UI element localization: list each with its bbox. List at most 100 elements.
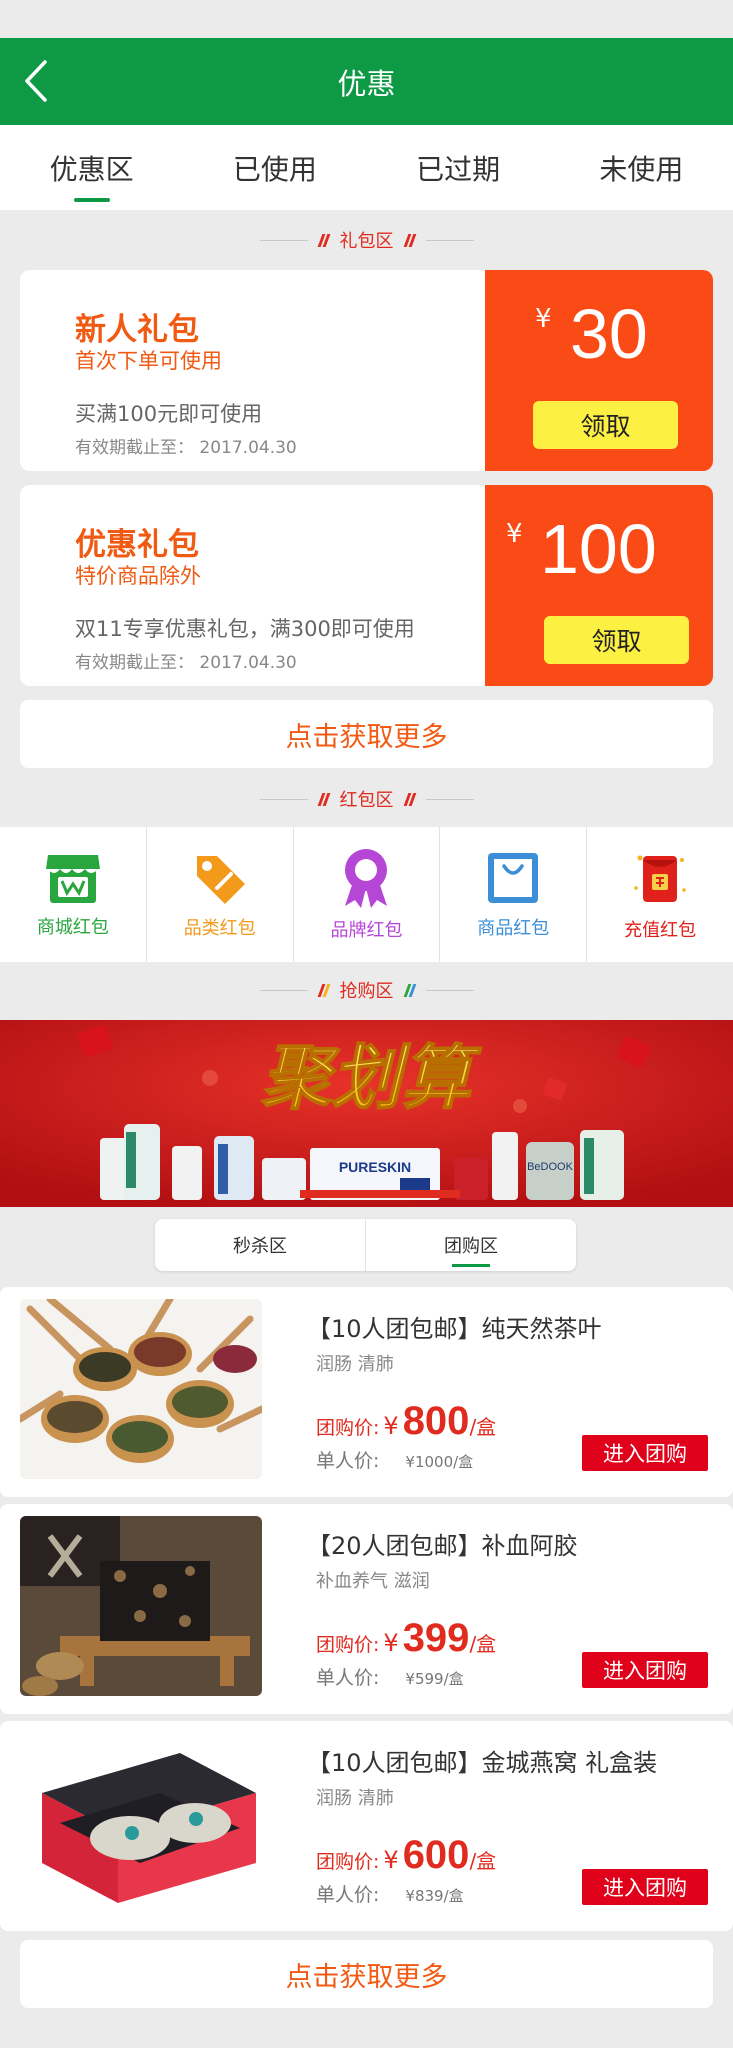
coupon-expiry: 有效期截止至： 2017.04.30 xyxy=(75,438,297,458)
coupon-card: 优惠礼包 特价商品除外 双11专享优惠礼包，满300即可使用 有效期截止至： 2… xyxy=(20,485,713,686)
divider xyxy=(425,989,474,991)
coupon-title: 优惠礼包 xyxy=(75,527,199,563)
back-button[interactable] xyxy=(16,58,56,104)
coupon-amount: 100 xyxy=(540,510,657,588)
category-label: 充值红包 xyxy=(624,919,697,941)
chevron-left-icon xyxy=(25,60,47,102)
category-recharge-redpacket[interactable]: 充值红包 xyxy=(587,827,733,962)
claim-button[interactable]: 领取 xyxy=(544,616,689,664)
stripes-icon xyxy=(403,983,416,997)
load-more-coupons-button[interactable]: 点击获取更多 xyxy=(20,700,713,768)
price-unit: /盒 xyxy=(469,1849,497,1873)
stripes-icon xyxy=(317,983,330,997)
product-tags: 润肠 清肺 xyxy=(316,1788,394,1809)
currency-symbol: ¥ xyxy=(535,304,552,334)
tab-bar: 优惠区 已使用 已过期 未使用 xyxy=(0,125,733,210)
claim-button[interactable]: 领取 xyxy=(533,401,678,449)
coupon-description: 双11专享优惠礼包，满300即可使用 xyxy=(75,617,415,641)
category-label: 商城红包 xyxy=(36,916,109,938)
status-bar xyxy=(0,0,733,38)
category-mall-redpacket[interactable]: 商城红包 xyxy=(0,827,147,962)
banner-artwork: 聚划算 PURESKIN BeDOOK xyxy=(0,1020,733,1207)
page-title: 优惠 xyxy=(337,66,396,101)
category-label: 品类红包 xyxy=(183,917,256,939)
category-type-redpacket[interactable]: 品类红包 xyxy=(147,827,294,962)
banner-brand-bedook: BeDOOK xyxy=(527,1161,574,1173)
category-product-redpacket[interactable]: 商品红包 xyxy=(440,827,588,962)
group-price: 团购价: ¥ 800 /盒 xyxy=(316,1399,496,1444)
product-image-tea xyxy=(20,1299,262,1479)
red-envelope-icon xyxy=(634,855,686,902)
single-price: 单人价: ¥599/盒 xyxy=(316,1663,464,1690)
single-price-value: ¥839/盒 xyxy=(405,1887,464,1905)
tab-used[interactable]: 已使用 xyxy=(183,125,366,210)
single-price-label: 单人价: xyxy=(316,1450,380,1472)
section-header-redpacket: 红包区 xyxy=(0,779,733,819)
perforated-edge xyxy=(479,485,491,686)
currency-symbol: ¥ xyxy=(383,1629,399,1657)
section-header-gift: 礼包区 xyxy=(0,220,733,260)
product-card[interactable]: 【10人团包邮】纯天然茶叶 润肠 清肺 团购价: ¥ 800 /盒 单人价: ¥… xyxy=(0,1287,733,1497)
join-group-buy-button[interactable]: 进入团购 xyxy=(582,1869,708,1905)
group-price: 团购价: ¥ 399 /盒 xyxy=(316,1616,496,1661)
tab-discount-zone[interactable]: 优惠区 xyxy=(0,125,183,210)
section-title: 礼包区 xyxy=(339,231,394,252)
product-image-birdnest xyxy=(20,1733,262,1913)
product-name: 【10人团包邮】金城燕窝 礼盒装 xyxy=(307,1749,658,1777)
badge-icon xyxy=(345,848,388,908)
currency-symbol: ¥ xyxy=(506,519,523,549)
load-more-products-button[interactable]: 点击获取更多 xyxy=(20,1940,713,2008)
product-tags: 补血养气 滋润 xyxy=(316,1571,430,1592)
price-unit: /盒 xyxy=(469,1632,497,1656)
category-brand-redpacket[interactable]: 品牌红包 xyxy=(294,827,441,962)
perforated-edge xyxy=(479,270,491,471)
tab-group-buy[interactable]: 团购区 xyxy=(366,1219,576,1271)
banner-brand-pureskin: PURESKIN xyxy=(339,1159,411,1175)
category-label: 商品红包 xyxy=(477,917,550,939)
section-header-flash: 抢购区 xyxy=(0,970,733,1010)
coupon-amount: 30 xyxy=(570,295,648,373)
section-title: 红包区 xyxy=(339,790,394,811)
divider xyxy=(425,239,474,241)
product-tags: 润肠 清肺 xyxy=(316,1354,394,1375)
join-group-buy-button[interactable]: 进入团购 xyxy=(582,1435,708,1471)
divider xyxy=(259,798,308,800)
stripes-icon xyxy=(403,233,416,247)
stripes-icon xyxy=(317,792,330,806)
product-name: 【20人团包邮】补血阿胶 xyxy=(307,1532,578,1560)
single-price: 单人价: ¥839/盒 xyxy=(316,1880,464,1907)
coupon-title: 新人礼包 xyxy=(75,312,199,348)
currency-symbol: ¥ xyxy=(383,1412,399,1440)
coupon-subtitle: 首次下单可使用 xyxy=(75,349,222,373)
section-title: 抢购区 xyxy=(339,981,394,1002)
shop-icon xyxy=(45,854,100,903)
tab-flash-sale[interactable]: 秒杀区 xyxy=(155,1219,366,1271)
product-image-ejiao xyxy=(20,1516,262,1696)
product-card[interactable]: 【20人团包邮】补血阿胶 补血养气 滋润 团购价: ¥ 399 /盒 单人价: … xyxy=(0,1504,733,1714)
single-price-label: 单人价: xyxy=(316,1667,380,1689)
stripes-icon xyxy=(403,792,416,806)
divider xyxy=(425,798,474,800)
nav-bar: 优惠 xyxy=(0,38,733,125)
coupon-description: 买满100元即可使用 xyxy=(75,402,263,426)
bag-icon xyxy=(488,852,539,903)
single-price-label: 单人价: xyxy=(316,1884,380,1906)
group-price: 团购价: ¥ 600 /盒 xyxy=(316,1833,496,1878)
join-group-buy-button[interactable]: 进入团购 xyxy=(582,1652,708,1688)
category-label: 品牌红包 xyxy=(330,919,403,941)
group-price-label: 团购价: xyxy=(316,1634,380,1656)
single-price-value: ¥599/盒 xyxy=(405,1670,464,1688)
product-card[interactable]: 【10人团包邮】金城燕窝 礼盒装 润肠 清肺 团购价: ¥ 600 /盒 单人价… xyxy=(0,1721,733,1931)
group-price-value: 600 xyxy=(402,1833,470,1877)
coupon-subtitle: 特价商品除外 xyxy=(75,564,201,588)
tag-icon xyxy=(196,855,245,904)
tab-expired[interactable]: 已过期 xyxy=(367,125,550,210)
coupon-expiry: 有效期截止至： 2017.04.30 xyxy=(75,653,297,673)
sale-mode-switch: 秒杀区 团购区 xyxy=(155,1219,576,1271)
red-packet-categories: 商城红包 品类红包 品牌红包 商品红包 充值红包 xyxy=(0,827,733,962)
group-price-label: 团购价: xyxy=(316,1851,380,1873)
tab-unused[interactable]: 未使用 xyxy=(550,125,733,210)
currency-symbol: ¥ xyxy=(383,1846,399,1874)
group-price-label: 团购价: xyxy=(316,1417,380,1439)
promo-banner[interactable]: 聚划算 PURESKIN BeDOOK xyxy=(0,1020,733,1207)
